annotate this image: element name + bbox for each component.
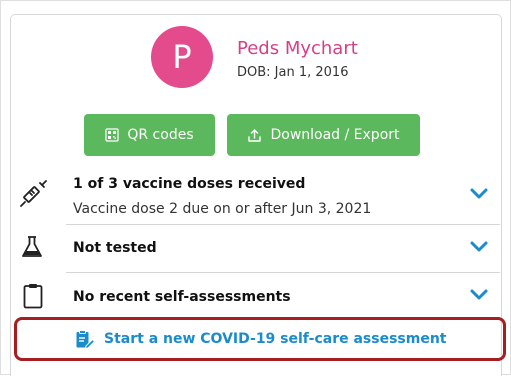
vaccine-status-subtitle: Vaccine dose 2 due on or after Jun 3, 20…: [73, 201, 372, 217]
chevron-down-icon[interactable]: [470, 185, 488, 204]
vaccine-status-title: 1 of 3 vaccine doses received: [73, 176, 306, 192]
qr-code-icon: [105, 128, 119, 142]
upload-icon: [247, 128, 262, 143]
chevron-down-icon[interactable]: [470, 286, 488, 305]
avatar: P: [151, 26, 213, 88]
test-status-title: Not tested: [73, 240, 157, 256]
self-assessment-title: No recent self-assessments: [73, 289, 291, 305]
clipboard-edit-icon: [75, 329, 95, 349]
download-export-button[interactable]: Download / Export: [227, 114, 420, 156]
chevron-down-icon[interactable]: [470, 238, 488, 257]
syringe-icon: [19, 180, 47, 212]
qr-codes-button[interactable]: QR codes: [84, 114, 215, 156]
flask-icon: [21, 235, 43, 263]
download-export-label: Download / Export: [270, 127, 400, 143]
clipboard-icon: [23, 283, 43, 313]
start-assessment-link[interactable]: Start a new COVID-19 self-care assessmen…: [75, 329, 447, 349]
patient-name[interactable]: Peds Mychart: [237, 38, 358, 59]
start-assessment-label: Start a new COVID-19 self-care assessmen…: [104, 331, 447, 347]
divider: [66, 272, 500, 273]
patient-dob: DOB: Jan 1, 2016: [237, 65, 349, 80]
divider: [66, 224, 500, 225]
qr-codes-label: QR codes: [127, 127, 194, 143]
